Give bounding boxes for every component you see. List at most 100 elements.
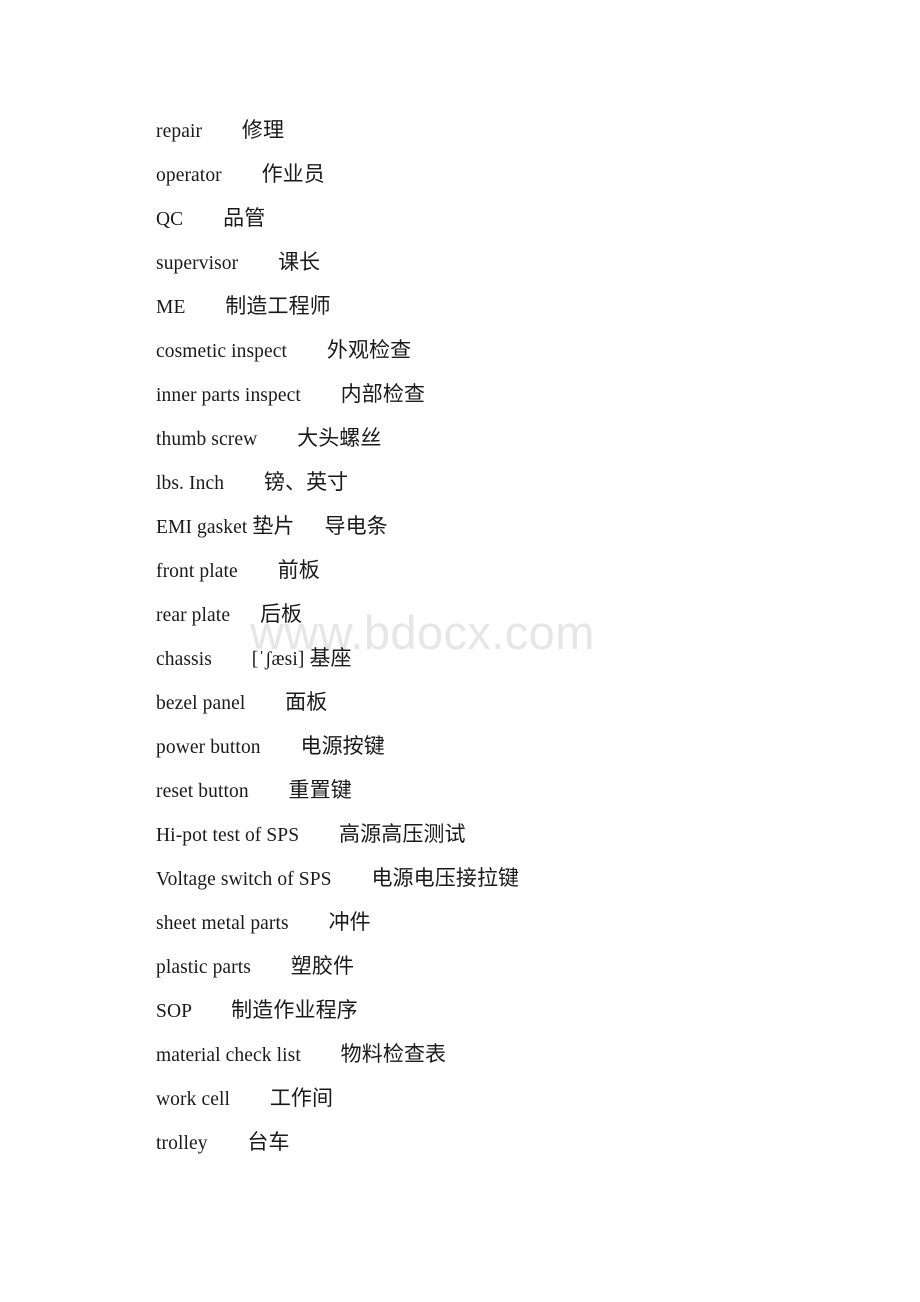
glossary-gloss-cjk: 品管 (223, 206, 266, 230)
glossary-term-latin: inner parts inspect (156, 385, 301, 406)
glossary-gloss-cjk: 高源高压测试 (339, 822, 466, 846)
glossary-entry: operator 作业员 (0, 152, 920, 196)
glossary-gap (202, 121, 242, 142)
glossary-entry: sheet metal parts 冲件 (0, 900, 920, 944)
glossary-term-latin: chassis (156, 649, 212, 670)
glossary-gloss-cjk: 电源电压接拉键 (371, 866, 520, 890)
glossary-term-latin: bezel panel (156, 693, 246, 714)
glossary-entry: bezel panel 面板 (0, 680, 920, 724)
glossary-gap (301, 385, 341, 406)
glossary-gloss-ipa: ˈʃ (258, 649, 272, 670)
glossary-gap (289, 913, 329, 934)
glossary-gap (261, 737, 301, 758)
glossary-entry: power button 电源按键 (0, 724, 920, 768)
glossary-term-latin: rear plate (156, 605, 231, 626)
glossary-gloss-cjk: 外观检查 (326, 338, 412, 362)
glossary-gap (238, 253, 278, 274)
glossary-gloss-cjk: 工作间 (269, 1086, 334, 1110)
glossary-entry: chassis [ˈʃæsi] 基座 (0, 636, 920, 680)
glossary-term-latin: Voltage switch of SPS (156, 869, 332, 890)
glossary-gloss-cjk: 制造作业程序 (231, 998, 358, 1022)
glossary-gap (185, 297, 225, 318)
glossary-gap (183, 209, 223, 230)
glossary-term-latin: operator (156, 165, 222, 186)
glossary-term-latin: power button (156, 737, 261, 758)
glossary-gap (287, 341, 327, 362)
glossary-gap (230, 1089, 270, 1110)
glossary-gap (238, 561, 278, 582)
glossary-term-latin: ME (156, 297, 186, 318)
glossary-term-latin: work cell (156, 1089, 230, 1110)
glossary-list: repair 修理 operator 作业员 QC 品管 supervisor 课长 M… (0, 0, 920, 1164)
glossary-gloss-cjk: 制造工程师 (225, 294, 331, 318)
glossary-term-cjk: 垫片 (252, 514, 295, 538)
glossary-term-latin: thumb screw (156, 429, 258, 450)
glossary-term-latin: supervisor (156, 253, 239, 274)
glossary-entry: rear plate 后板 (0, 592, 920, 636)
glossary-term-latin: trolley (156, 1133, 208, 1154)
glossary-gloss-cjk: 作业员 (261, 162, 325, 186)
glossary-gloss-cjk: 内部检查 (340, 382, 426, 406)
glossary-entry: SOP 制造作业程序 (0, 988, 920, 1032)
glossary-gap (299, 825, 339, 846)
glossary-entry: material check list 物料检查表 (0, 1032, 920, 1076)
glossary-gloss-cjk: 修理 (241, 118, 285, 142)
glossary-term-latin: cosmetic inspect (156, 341, 288, 362)
glossary-entry: trolley 台车 (0, 1120, 920, 1164)
glossary-term-latin: EMI gasket (156, 517, 253, 538)
glossary-term-latin: lbs. Inch (156, 473, 225, 494)
glossary-gloss-cjk: 面板 (285, 690, 328, 714)
glossary-gap (251, 957, 291, 978)
glossary-gloss-cjk: 台车 (247, 1130, 290, 1154)
glossary-gap (212, 649, 252, 670)
glossary-gloss-cjk: 塑胶件 (290, 954, 355, 978)
glossary-term-latin: QC (156, 209, 184, 230)
glossary-entry: EMI gasket 垫片 导电条 (0, 504, 920, 548)
glossary-gloss-cjk: 镑、英寸 (263, 470, 349, 494)
glossary-entry: repair 修理 (0, 108, 920, 152)
glossary-gap (249, 781, 289, 802)
glossary-gloss-cjk: 物料检查表 (340, 1042, 447, 1066)
glossary-gloss-cjk: 重置键 (288, 778, 352, 802)
glossary-gap (332, 869, 372, 890)
glossary-entry: plastic parts 塑胶件 (0, 944, 920, 988)
glossary-gap (230, 605, 260, 626)
glossary-gloss-cjk: 导电条 (324, 514, 388, 538)
glossary-entry: lbs. Inch 镑、英寸 (0, 460, 920, 504)
glossary-gloss-cjk: 电源按键 (300, 734, 385, 758)
glossary-term-latin: material check list (156, 1045, 301, 1066)
glossary-entry: inner parts inspect 内部检查 (0, 372, 920, 416)
glossary-entry: work cell 工作间 (0, 1076, 920, 1120)
glossary-gloss-cjk: 大头螺丝 (297, 426, 382, 450)
glossary-gap (245, 693, 285, 714)
glossary-gloss-cjk: 后板 (259, 602, 303, 626)
glossary-gloss-cjk: 基座 (309, 646, 352, 670)
glossary-entry: ME 制造工程师 (0, 284, 920, 328)
glossary-term-latin: plastic parts (156, 957, 251, 978)
glossary-gap (222, 165, 262, 186)
glossary-term-latin: repair (156, 121, 203, 142)
glossary-entry: QC 品管 (0, 196, 920, 240)
glossary-gloss-cjk: 课长 (278, 250, 321, 274)
glossary-gloss-cjk: 前板 (277, 558, 320, 582)
glossary-term-latin: sheet metal parts (156, 913, 289, 934)
glossary-term-latin: SOP (156, 1001, 192, 1022)
document-page: www.bdocx.com repair 修理 operator 作业员 QC 品管… (0, 0, 920, 1302)
glossary-entry: reset button 重置键 (0, 768, 920, 812)
glossary-gloss-latin: æsi] (271, 649, 310, 670)
glossary-entry: Voltage switch of SPS 电源电压接拉键 (0, 856, 920, 900)
glossary-gap (295, 517, 325, 538)
glossary-gap (191, 1001, 231, 1022)
glossary-gap (224, 473, 264, 494)
glossary-entry: Hi-pot test of SPS 高源高压测试 (0, 812, 920, 856)
glossary-term-latin: front plate (156, 561, 238, 582)
glossary-gap (301, 1045, 341, 1066)
glossary-gap (257, 429, 297, 450)
glossary-entry: cosmetic inspect 外观检查 (0, 328, 920, 372)
glossary-entry: front plate 前板 (0, 548, 920, 592)
glossary-gap (208, 1133, 248, 1154)
glossary-term-latin: Hi-pot test of SPS (156, 825, 300, 846)
glossary-entry: supervisor 课长 (0, 240, 920, 284)
glossary-gloss-cjk: 冲件 (328, 910, 371, 934)
glossary-entry: thumb screw 大头螺丝 (0, 416, 920, 460)
